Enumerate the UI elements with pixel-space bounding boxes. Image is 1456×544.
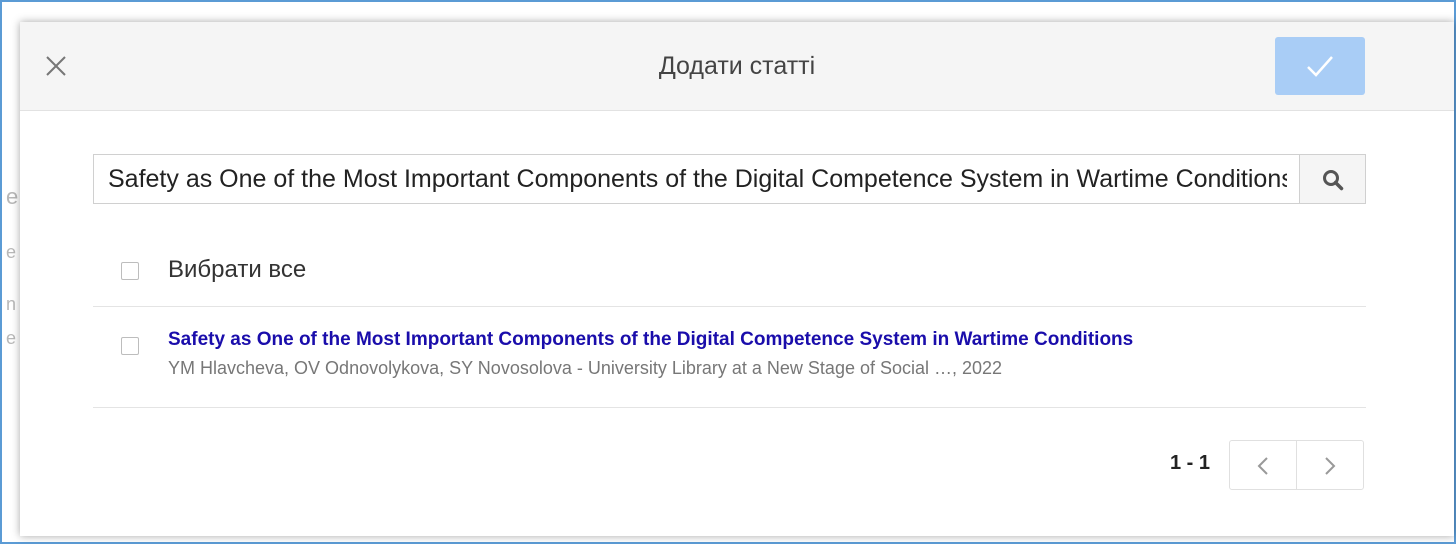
dialog-title: Додати статті	[658, 52, 816, 80]
close-icon	[46, 56, 66, 76]
pagination-range: 1 - 1	[1170, 452, 1211, 474]
list-item: Safety as One of the Most Important Comp…	[93, 307, 1366, 408]
background-text: е	[6, 328, 17, 348]
search-button[interactable]	[1299, 154, 1366, 204]
search-bar	[93, 154, 1366, 204]
result-checkbox[interactable]	[121, 337, 139, 355]
select-all-checkbox[interactable]	[121, 262, 139, 280]
select-all-row: Вибрати все	[93, 244, 1366, 307]
next-page-button[interactable]	[1296, 440, 1364, 490]
background-text: n	[6, 294, 17, 314]
prev-page-button[interactable]	[1229, 440, 1297, 490]
add-articles-dialog: Додати статті Safety as One of the Most …	[20, 22, 1454, 536]
dialog-header: Додати статті	[20, 22, 1454, 111]
search-icon	[1323, 170, 1344, 191]
confirm-button[interactable]	[1275, 37, 1365, 95]
chevron-left-icon	[1257, 457, 1268, 475]
background-text: е	[6, 184, 19, 209]
select-all-label[interactable]: Вибрати все	[168, 256, 306, 284]
checkmark-icon	[1307, 56, 1333, 77]
search-input[interactable]	[93, 154, 1299, 204]
screenshot-frame: е е n е a T C n i Додати статті	[0, 0, 1456, 544]
result-meta: YM Hlavcheva, OV Odnovolykova, SY Novoso…	[168, 358, 1003, 378]
background-text: е	[6, 242, 17, 262]
chevron-right-icon	[1325, 457, 1336, 475]
close-button[interactable]	[42, 52, 70, 80]
result-title-link[interactable]: Safety as One of the Most Important Comp…	[168, 329, 1133, 351]
